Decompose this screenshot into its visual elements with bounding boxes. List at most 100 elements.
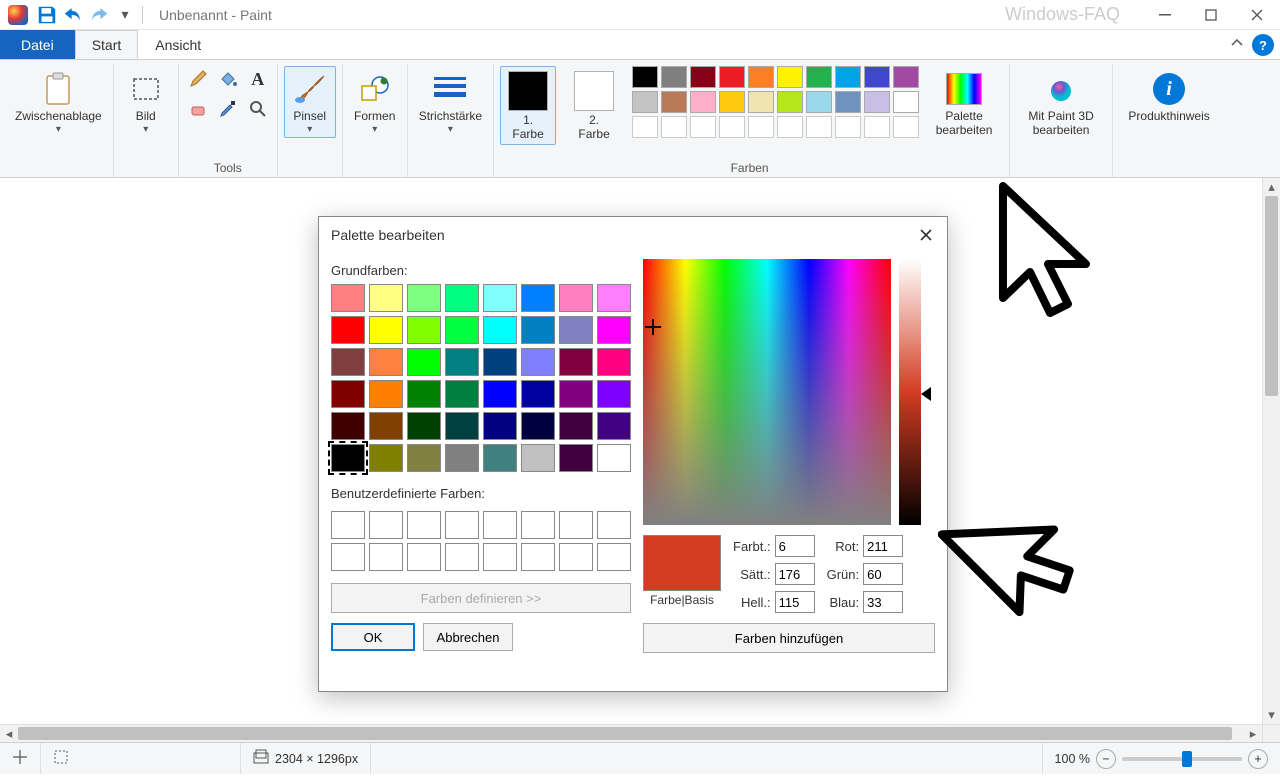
ok-button[interactable]: OK <box>331 623 415 651</box>
basic-color-swatch[interactable] <box>521 284 555 312</box>
custom-color-swatch[interactable] <box>559 511 593 539</box>
eraser-tool[interactable] <box>185 96 211 122</box>
brush-button[interactable]: Pinsel ▾ <box>284 66 336 138</box>
basic-color-swatch[interactable] <box>483 444 517 472</box>
paste-button[interactable]: Zwischenablage ▾ <box>10 66 107 138</box>
basic-color-swatch[interactable] <box>521 444 555 472</box>
basic-color-swatch[interactable] <box>407 316 441 344</box>
basic-color-swatch[interactable] <box>445 348 479 376</box>
basic-color-swatch[interactable] <box>559 380 593 408</box>
help-icon[interactable]: ? <box>1252 34 1274 56</box>
close-button[interactable] <box>1234 0 1280 30</box>
basic-color-swatch[interactable] <box>597 444 631 472</box>
basic-color-swatch[interactable] <box>559 316 593 344</box>
tab-file[interactable]: Datei <box>0 30 75 59</box>
palette-swatch[interactable] <box>835 91 861 113</box>
basic-color-swatch[interactable] <box>407 444 441 472</box>
basic-color-swatch[interactable] <box>559 412 593 440</box>
custom-color-swatch[interactable] <box>483 511 517 539</box>
magnifier-tool[interactable] <box>245 96 271 122</box>
palette-swatch[interactable] <box>661 66 687 88</box>
green-input[interactable] <box>863 563 903 585</box>
shapes-button[interactable]: Formen ▾ <box>349 66 401 138</box>
palette-swatch[interactable] <box>719 66 745 88</box>
undo-icon[interactable] <box>62 4 84 26</box>
zoom-in-button[interactable]: + <box>1248 749 1268 769</box>
basic-color-swatch[interactable] <box>521 348 555 376</box>
basic-color-swatch[interactable] <box>331 284 365 312</box>
paint3d-button[interactable]: Mit Paint 3Dbearbeiten <box>1016 66 1106 141</box>
hue-saturation-field[interactable] <box>643 259 891 525</box>
zoom-out-button[interactable]: − <box>1096 749 1116 769</box>
custom-color-swatch[interactable] <box>331 511 365 539</box>
custom-color-swatch[interactable] <box>597 511 631 539</box>
color1-button[interactable]: 1.Farbe <box>500 66 556 145</box>
basic-color-swatch[interactable] <box>331 444 365 472</box>
blue-input[interactable] <box>863 591 903 613</box>
collapse-ribbon-icon[interactable] <box>1230 36 1244 53</box>
scroll-h-track[interactable] <box>18 725 1244 742</box>
basic-color-swatch[interactable] <box>559 284 593 312</box>
tab-view[interactable]: Ansicht <box>138 30 218 59</box>
palette-swatch[interactable] <box>835 66 861 88</box>
minimize-button[interactable] <box>1142 0 1188 30</box>
basic-color-swatch[interactable] <box>369 316 403 344</box>
custom-color-swatch[interactable] <box>597 543 631 571</box>
zoom-slider-knob[interactable] <box>1182 751 1192 767</box>
lum-input[interactable] <box>775 591 815 613</box>
basic-color-swatch[interactable] <box>445 380 479 408</box>
scroll-left-icon[interactable]: ◂ <box>0 725 18 742</box>
luminance-slider[interactable] <box>899 259 921 525</box>
basic-color-swatch[interactable] <box>369 444 403 472</box>
red-input[interactable] <box>863 535 903 557</box>
basic-color-swatch[interactable] <box>483 412 517 440</box>
palette-swatch[interactable] <box>661 91 687 113</box>
palette-swatch[interactable] <box>777 91 803 113</box>
scroll-h-thumb[interactable] <box>18 727 1232 740</box>
custom-color-swatch[interactable] <box>407 511 441 539</box>
basic-color-swatch[interactable] <box>521 380 555 408</box>
basic-color-swatch[interactable] <box>369 284 403 312</box>
dialog-close-button[interactable] <box>913 223 939 247</box>
palette-swatch[interactable] <box>690 91 716 113</box>
palette-swatch[interactable] <box>661 116 687 138</box>
color2-button[interactable]: 2.Farbe <box>566 66 622 145</box>
horizontal-scrollbar[interactable]: ◂ ▸ <box>0 725 1262 742</box>
basic-color-swatch[interactable] <box>559 444 593 472</box>
palette-swatch[interactable] <box>806 66 832 88</box>
scroll-down-icon[interactable]: ▾ <box>1263 706 1280 724</box>
basic-color-swatch[interactable] <box>597 284 631 312</box>
basic-color-swatch[interactable] <box>407 348 441 376</box>
basic-color-swatch[interactable] <box>483 284 517 312</box>
text-tool[interactable]: A <box>245 66 271 92</box>
custom-color-swatch[interactable] <box>521 511 555 539</box>
basic-color-swatch[interactable] <box>597 316 631 344</box>
sat-input[interactable] <box>775 563 815 585</box>
basic-color-swatch[interactable] <box>445 444 479 472</box>
basic-color-swatch[interactable] <box>407 412 441 440</box>
basic-color-swatch[interactable] <box>369 380 403 408</box>
palette-swatch[interactable] <box>719 91 745 113</box>
add-color-button[interactable]: Farben hinzufügen <box>643 623 935 653</box>
basic-color-swatch[interactable] <box>483 348 517 376</box>
hue-input[interactable] <box>775 535 815 557</box>
palette-swatch[interactable] <box>893 116 919 138</box>
palette-swatch[interactable] <box>806 91 832 113</box>
basic-color-swatch[interactable] <box>369 348 403 376</box>
basic-color-swatch[interactable] <box>597 412 631 440</box>
palette-swatch[interactable] <box>777 116 803 138</box>
fill-tool[interactable] <box>215 66 241 92</box>
basic-color-swatch[interactable] <box>445 284 479 312</box>
cancel-button[interactable]: Abbrechen <box>423 623 513 651</box>
basic-color-swatch[interactable] <box>331 348 365 376</box>
scroll-right-icon[interactable]: ▸ <box>1244 725 1262 742</box>
qat-dropdown-icon[interactable]: ▾ <box>114 4 136 26</box>
palette-swatch[interactable] <box>632 66 658 88</box>
redo-icon[interactable] <box>88 4 110 26</box>
palette-swatch[interactable] <box>864 91 890 113</box>
tab-home[interactable]: Start <box>75 30 139 59</box>
basic-color-swatch[interactable] <box>369 412 403 440</box>
palette-swatch[interactable] <box>806 116 832 138</box>
basic-color-swatch[interactable] <box>331 316 365 344</box>
basic-color-swatch[interactable] <box>483 380 517 408</box>
